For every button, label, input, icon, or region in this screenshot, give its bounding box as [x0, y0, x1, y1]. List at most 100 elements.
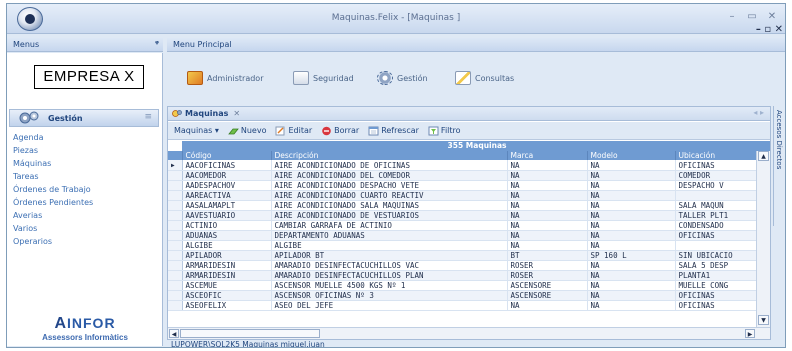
nav-item-ordenes-trabajo[interactable]: Órdenes de Trabajo [13, 183, 93, 196]
cell-modelo[interactable]: NA [587, 210, 676, 221]
row-selector[interactable] [168, 170, 183, 181]
column-header-modelo[interactable]: Modelo [587, 151, 676, 160]
cell-ubicacion[interactable]: OFICINAS [675, 160, 759, 171]
cell-modelo[interactable]: NA [587, 230, 676, 241]
row-selector[interactable] [168, 270, 183, 281]
borrar-button[interactable]: Borrar [321, 126, 359, 136]
table-row[interactable]: ASCEOFIC ASCENSOR OFICINAS Nº 3 ASCENSORE N… [168, 290, 759, 301]
close-button[interactable]: ✕ [763, 9, 781, 25]
cell-ubicacion[interactable]: OFICINAS [675, 300, 759, 311]
gestion-ribbon-button[interactable]: Gestión [377, 70, 428, 86]
cell-ubicacion[interactable] [675, 190, 759, 201]
table-row[interactable]: ADUANAS DEPARTAMENTO ADUANAS NA NA OFICINAS [168, 230, 759, 241]
row-selector[interactable] [168, 230, 183, 241]
cell-descripcion[interactable]: DEPARTAMENTO ADUANAS [271, 230, 508, 241]
table-row[interactable]: ACTINIO CAMBIAR GARRAFA DE ACTINIO NA NA CON… [168, 220, 759, 231]
table-row[interactable]: AADESPACHOV AIRE ACONDICIONADO DESPACHO V… [168, 180, 759, 191]
cell-modelo[interactable]: NA [587, 260, 676, 271]
cell-marca[interactable]: NA [507, 230, 588, 241]
row-selector[interactable] [168, 180, 183, 191]
cell-ubicacion[interactable]: SALA 5 DESP [675, 260, 759, 271]
cell-modelo[interactable]: NA [587, 170, 676, 181]
tab-scroll-arrows[interactable]: ◂ ▸ [753, 108, 764, 117]
row-selector[interactable] [168, 290, 183, 301]
cell-marca[interactable]: NA [507, 200, 588, 211]
cell-marca[interactable]: BT [507, 250, 588, 261]
nav-item-maquinas[interactable]: Máquinas [13, 157, 93, 170]
cell-ubicacion[interactable]: DESPACHO V [675, 180, 759, 191]
refrescar-button[interactable]: Refrescar [368, 126, 419, 136]
cell-descripcion[interactable]: AIRE ACONDICIONADO SALA MAQUINAS [271, 200, 508, 211]
cell-modelo[interactable]: NA [587, 200, 676, 211]
cell-marca[interactable]: NA [507, 190, 588, 201]
gestion-section-header[interactable]: Gestión ≡ [9, 109, 159, 127]
cell-modelo[interactable]: NA [587, 160, 676, 171]
row-selector[interactable] [168, 200, 183, 211]
column-header-descripcion[interactable]: Descripción [271, 151, 508, 160]
row-selector[interactable] [168, 260, 183, 271]
cell-marca[interactable]: NA [507, 240, 588, 251]
cell-descripcion[interactable]: AIRE ACONDICIONADO DE OFICINAS [271, 160, 508, 171]
nav-item-averias[interactable]: Averias [13, 209, 93, 222]
table-row[interactable]: AACOMEDOR AIRE ACONDICIONADO DEL COMEDOR N… [168, 170, 759, 181]
cell-marca[interactable]: ASCENSORE [507, 290, 588, 301]
cell-descripcion[interactable]: AIRE ACONDICIONADO DEL COMEDOR [271, 170, 508, 181]
cell-codigo[interactable]: AAVESTUARIO [182, 210, 272, 221]
cell-modelo[interactable]: NA [587, 180, 676, 191]
cell-marca[interactable]: NA [507, 220, 588, 231]
scroll-up-icon[interactable]: ▲ [758, 151, 769, 161]
column-header-codigo[interactable]: Código [182, 151, 272, 160]
editar-button[interactable]: Editar [275, 126, 312, 136]
collapse-icon[interactable]: ≡ [144, 112, 152, 122]
cell-modelo[interactable]: NA [587, 290, 676, 301]
cell-codigo[interactable]: ASCEMUE [182, 280, 272, 291]
column-header-ubicacion[interactable]: Ubicación [675, 151, 759, 160]
cell-marca[interactable]: NA [507, 170, 588, 181]
mdi-restore-button[interactable]: ▫ [764, 24, 771, 35]
cell-descripcion[interactable]: AIRE ACONDICIONADO DESPACHO VETE [271, 180, 508, 191]
cell-modelo[interactable]: SP 160 L [587, 250, 676, 261]
nav-item-tareas[interactable]: Tareas [13, 170, 93, 183]
table-row[interactable]: AACOFICINASAIRE ACONDICIONADO DE OFICINA… [168, 160, 759, 171]
row-selector[interactable] [168, 210, 183, 221]
row-selector[interactable] [168, 250, 183, 261]
tab-close-icon[interactable]: ✕ [233, 109, 240, 118]
cell-codigo[interactable]: ASCEOFIC [182, 290, 272, 301]
maquinas-dropdown[interactable]: Maquinas ▾ [174, 126, 219, 135]
table-row[interactable]: AAVESTUARIO AIRE ACONDICIONADO DE VESTUAR… [168, 210, 759, 221]
cell-marca[interactable]: NA [507, 300, 588, 311]
cell-descripcion[interactable]: AMARADIO DESINFECTACUCHILLOS PLAN [271, 270, 508, 281]
filtro-button[interactable]: Filtro [428, 126, 461, 136]
cell-codigo[interactable]: AACOMEDOR [182, 170, 272, 181]
cell-descripcion[interactable]: AIRE ACONDICIONADO CUARTO REACTIV [271, 190, 508, 201]
cell-marca[interactable]: NA [507, 180, 588, 191]
cell-ubicacion[interactable]: OFICINAS [675, 230, 759, 241]
row-selector[interactable] [168, 300, 183, 311]
table-row[interactable]: APILADOR APILADOR BT BT SP 160 L SIN UBICACI… [168, 250, 759, 261]
cell-descripcion[interactable]: ALGIBE [271, 240, 508, 251]
cell-codigo[interactable]: AACOFICINAS [182, 160, 272, 171]
row-selector[interactable] [168, 240, 183, 251]
column-header-marca[interactable]: Marca [507, 151, 588, 160]
scroll-right-icon[interactable]: ▶ [745, 329, 755, 338]
cell-marca[interactable]: NA [507, 160, 588, 171]
horizontal-scroll-thumb[interactable] [180, 329, 320, 338]
cell-codigo[interactable]: ARMARIDESIN [182, 260, 272, 271]
cell-descripcion[interactable]: AMARADIO DESINFECTACUCHILLOS VAC [271, 260, 508, 271]
cell-ubicacion[interactable] [675, 240, 759, 251]
table-row[interactable]: AAREACTIVA AIRE ACONDICIONADO CUARTO REAC… [168, 190, 759, 201]
pin-icon[interactable]: ᵠ [155, 39, 159, 48]
table-row[interactable]: ARMARIDESIN AMARADIO DESINFECTACUCHILLOS … [168, 260, 759, 271]
table-row[interactable]: ASCEMUE ASCENSOR MUELLE 4500 KGS Nº 1 ASCE… [168, 280, 759, 291]
cell-modelo[interactable]: NA [587, 190, 676, 201]
cell-codigo[interactable]: ADUANAS [182, 230, 272, 241]
cell-modelo[interactable]: NA [587, 280, 676, 291]
consultas-button[interactable]: Consultas [455, 70, 514, 86]
accesos-directos-strip[interactable]: Accesos Directos [773, 106, 785, 226]
scroll-left-icon[interactable]: ◀ [169, 329, 179, 338]
cell-descripcion[interactable]: CAMBIAR GARRAFA DE ACTINIO [271, 220, 508, 231]
scroll-down-icon[interactable]: ▼ [758, 315, 769, 325]
cell-ubicacion[interactable]: PLANTA1 [675, 270, 759, 281]
cell-codigo[interactable]: ASEOFELIX [182, 300, 272, 311]
horizontal-scrollbar[interactable]: ◀ ▶ [168, 327, 770, 339]
